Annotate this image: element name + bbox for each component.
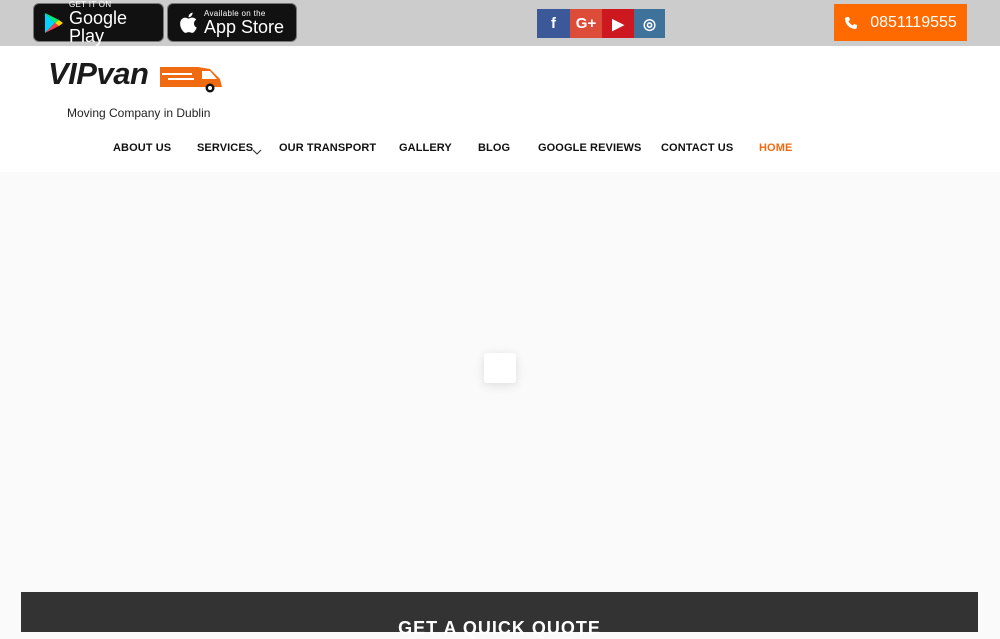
site-logo[interactable]: VIPvan Moving Company in Dublin bbox=[48, 56, 222, 120]
google-plus-icon[interactable]: G+ bbox=[570, 9, 602, 38]
google-play-label: Google Play bbox=[69, 7, 128, 46]
youtube-icon[interactable]: ▶ bbox=[602, 9, 634, 38]
quick-quote-section: GET A QUICK QUOTE bbox=[21, 592, 978, 638]
main-nav: ABOUT US SERVICES OUR TRANSPORT GALLERY … bbox=[0, 142, 1000, 162]
nav-home[interactable]: HOME bbox=[759, 142, 792, 154]
logo-tagline: Moving Company in Dublin bbox=[67, 106, 211, 120]
nav-services[interactable]: SERVICES bbox=[197, 142, 253, 154]
top-bar: GET IT ON Google Play Available on the A… bbox=[0, 0, 1000, 46]
phone-button[interactable]: 0851119555 bbox=[834, 4, 967, 41]
nav-about-us[interactable]: ABOUT US bbox=[113, 142, 171, 154]
quick-quote-title: GET A QUICK QUOTE bbox=[398, 618, 601, 638]
social-links: f G+ ▶ ◎ bbox=[537, 9, 665, 38]
nav-google-reviews[interactable]: GOOGLE REVIEWS bbox=[538, 142, 641, 154]
instagram-icon[interactable]: ◎ bbox=[634, 9, 665, 38]
phone-number: 0851119555 bbox=[870, 13, 957, 31]
van-icon bbox=[160, 67, 222, 93]
app-store-label: App Store bbox=[204, 16, 285, 37]
nav-blog[interactable]: BLOG bbox=[478, 142, 510, 154]
phone-icon bbox=[844, 16, 858, 30]
logo-wordmark: VIPvan bbox=[48, 56, 149, 91]
chevron-down-icon[interactable] bbox=[252, 143, 262, 161]
apple-icon bbox=[176, 11, 200, 35]
nav-our-transport[interactable]: OUR TRANSPORT bbox=[279, 142, 376, 154]
nav-contact-us[interactable]: CONTACT US bbox=[661, 142, 733, 154]
google-play-button[interactable]: GET IT ON Google Play bbox=[33, 0, 164, 46]
site-header: VIPvan Moving Company in Dublin ABOUT US… bbox=[0, 46, 1000, 172]
app-store-button[interactable]: Available on the App Store bbox=[167, 3, 297, 42]
facebook-icon[interactable]: f bbox=[537, 9, 570, 38]
google-play-icon bbox=[42, 11, 65, 35]
loading-spinner bbox=[484, 353, 516, 383]
nav-gallery[interactable]: GALLERY bbox=[399, 142, 452, 154]
